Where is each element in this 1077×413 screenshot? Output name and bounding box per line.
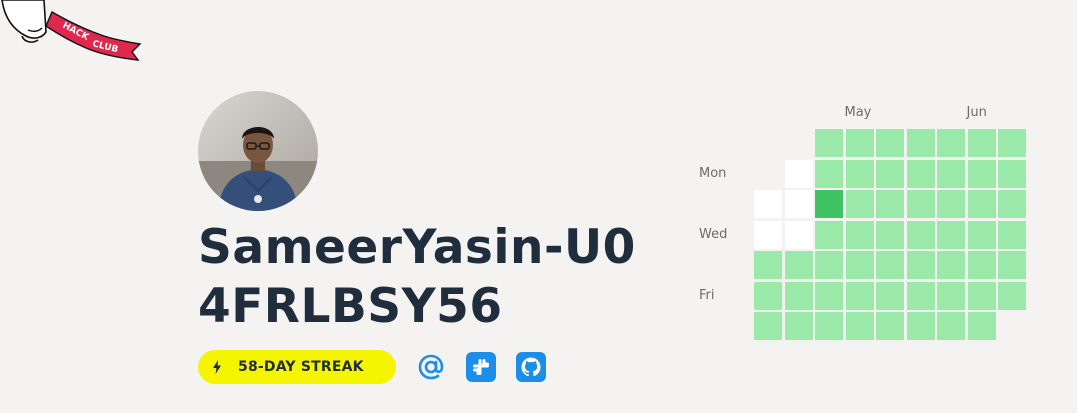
- heatmap-cell[interactable]: [784, 312, 813, 340]
- heatmap-cell[interactable]: [784, 190, 813, 218]
- heatmap-cell[interactable]: [845, 312, 874, 340]
- day-label-wed: Wed: [699, 226, 728, 242]
- heatmap-cell[interactable]: [998, 220, 1026, 249]
- heatmap-cell[interactable]: [754, 251, 782, 279]
- heatmap-cell[interactable]: [784, 251, 813, 279]
- heatmap-cell[interactable]: [815, 251, 843, 279]
- heatmap-cell[interactable]: [876, 159, 904, 188]
- heatmap-cell[interactable]: [845, 159, 874, 188]
- heatmap-cell[interactable]: [967, 129, 996, 157]
- month-label-may: May: [844, 105, 872, 120]
- heatmap-cell[interactable]: [876, 281, 904, 310]
- hack-club-flag-logo[interactable]: HACK CLUB: [0, 0, 150, 65]
- slack-link[interactable]: [466, 352, 496, 382]
- day-label-fri: Fri: [699, 287, 715, 303]
- heatmap-cell[interactable]: [906, 129, 935, 157]
- lightning-icon: [213, 360, 221, 374]
- heatmap-cell[interactable]: [754, 220, 782, 249]
- email-link[interactable]: [416, 352, 446, 382]
- avatar: [198, 91, 318, 211]
- heatmap-cell[interactable]: [937, 159, 965, 188]
- heatmap-cell[interactable]: [937, 190, 965, 218]
- heatmap-cell[interactable]: [967, 159, 996, 188]
- heatmap-cell[interactable]: [754, 312, 782, 340]
- heatmap-cell[interactable]: [906, 190, 935, 218]
- heatmap-cell[interactable]: [906, 220, 935, 249]
- heatmap-cell[interactable]: [784, 220, 813, 249]
- heatmap-cell[interactable]: [754, 281, 782, 310]
- heatmap-cell[interactable]: [998, 281, 1026, 310]
- heatmap-cell[interactable]: [845, 220, 874, 249]
- streak-badge: 58-DAY STREAK: [198, 350, 396, 384]
- heatmap-cell[interactable]: [845, 190, 874, 218]
- github-link[interactable]: [516, 352, 546, 382]
- profile-page: HACK CLUB SameerYasin-U04FRLBSY56 58-DAY…: [0, 0, 1077, 413]
- heatmap-cell[interactable]: [906, 251, 935, 279]
- heatmap-cell[interactable]: [998, 159, 1026, 188]
- heatmap-cell[interactable]: [815, 159, 843, 188]
- heatmap-cell[interactable]: [784, 281, 813, 310]
- heatmap-cell[interactable]: [815, 281, 843, 310]
- heatmap-cell[interactable]: [876, 129, 904, 157]
- heatmap-cell[interactable]: [845, 251, 874, 279]
- heatmap-cell[interactable]: [967, 251, 996, 279]
- heatmap-cell[interactable]: [815, 220, 843, 249]
- month-label-jun: Jun: [966, 105, 987, 120]
- heatmap-cell[interactable]: [815, 190, 843, 218]
- heatmap-cell[interactable]: [967, 190, 996, 218]
- avatar-photo: [198, 91, 318, 211]
- day-label-mon: Mon: [699, 165, 727, 181]
- username-heading: SameerYasin-U04FRLBSY56: [198, 220, 636, 334]
- heatmap-cell[interactable]: [815, 129, 843, 157]
- heatmap-cell[interactable]: [754, 190, 782, 218]
- heatmap-cell[interactable]: [876, 190, 904, 218]
- heatmap-cell[interactable]: [998, 190, 1026, 218]
- heatmap-cell[interactable]: [876, 312, 904, 340]
- heatmap-cell[interactable]: [784, 159, 813, 188]
- heatmap-cell[interactable]: [967, 312, 996, 340]
- heatmap-cell[interactable]: [845, 129, 874, 157]
- heatmap-cell[interactable]: [937, 129, 965, 157]
- at-icon: [418, 354, 444, 380]
- heatmap-cell[interactable]: [967, 220, 996, 249]
- heatmap-cell[interactable]: [967, 281, 996, 310]
- heatmap-cell[interactable]: [937, 312, 965, 340]
- heatmap-cell[interactable]: [906, 312, 935, 340]
- heatmap-cell[interactable]: [906, 159, 935, 188]
- heatmap-cell[interactable]: [906, 281, 935, 310]
- heatmap-cell[interactable]: [876, 220, 904, 249]
- heatmap-cell[interactable]: [937, 220, 965, 249]
- heatmap-cell[interactable]: [876, 251, 904, 279]
- streak-label: 58-DAY STREAK: [238, 359, 364, 375]
- heatmap-cell[interactable]: [937, 281, 965, 310]
- heatmap-cell[interactable]: [998, 251, 1026, 279]
- heatmap-cell[interactable]: [937, 251, 965, 279]
- slack-icon: [466, 352, 496, 382]
- github-icon: [516, 352, 546, 382]
- heatmap-cell[interactable]: [815, 312, 843, 340]
- heatmap-cell[interactable]: [845, 281, 874, 310]
- heatmap-cell[interactable]: [998, 129, 1026, 157]
